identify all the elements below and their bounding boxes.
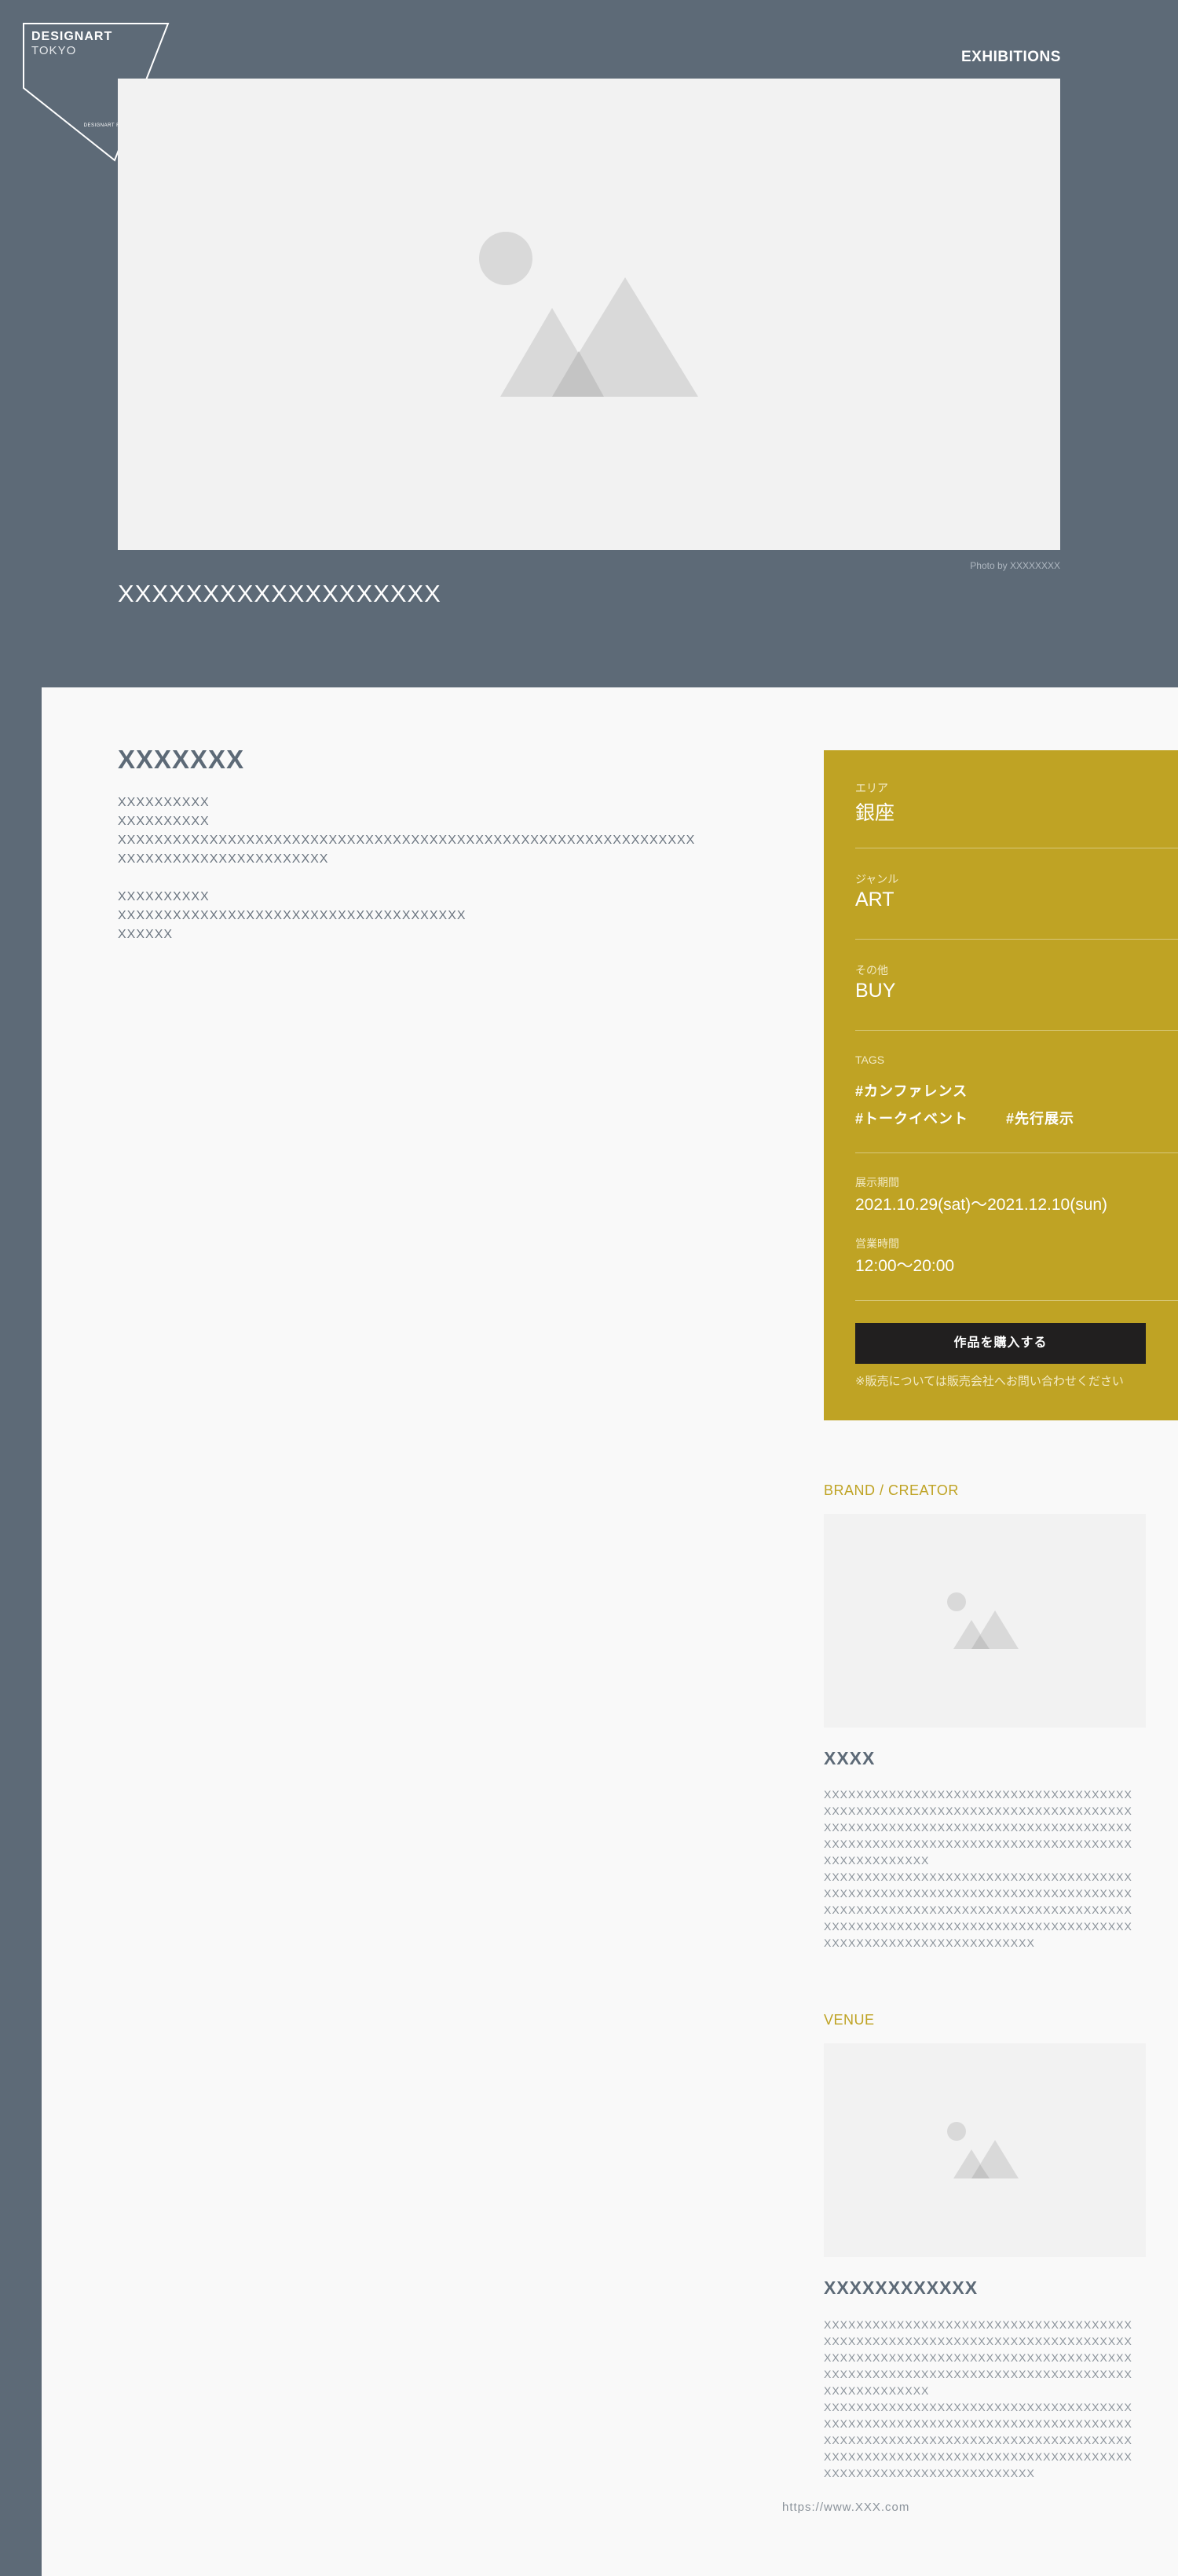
area-label: エリア <box>855 782 888 794</box>
article-title: XXXXXXX <box>118 745 245 774</box>
logo-line-2: TOKYO <box>31 44 77 57</box>
genre-value: ART <box>855 889 894 911</box>
image-placeholder-icon <box>947 2122 1019 2178</box>
nav-exhibitions-link[interactable]: EXHIBITIONS <box>961 49 1061 66</box>
divider <box>855 1152 1178 1153</box>
other-label: その他 <box>855 964 888 977</box>
article-paragraph-1: XXXXXXXXXX XXXXXXXXXX XXXXXXXXXXXXXXXXXX… <box>118 796 696 866</box>
hours-label: 営業時間 <box>855 1237 899 1250</box>
tag-preview-exhibition[interactable]: #先行展示 <box>1006 1108 1074 1128</box>
venue-name: XXXXXXXXXXXX <box>824 2277 979 2298</box>
brand-section-label: BRAND / CREATOR <box>824 1482 959 1498</box>
logo-line-1: DESIGNART <box>31 30 113 43</box>
tags-label: TAGS <box>855 1053 885 1066</box>
hours-value: 12:00〜20:00 <box>855 1257 955 1275</box>
venue-description: XXXXXXXXXXXXXXXXXXXXXXXXXXXXXXXXXXXXXX X… <box>824 2318 1132 2479</box>
period-label: 展示期間 <box>855 1176 899 1189</box>
period-value: 2021.10.29(sat)〜2021.12.10(sun) <box>855 1196 1108 1214</box>
area-value: 銀座 <box>855 802 895 824</box>
tag-talk-event[interactable]: #トークイベント <box>855 1108 968 1128</box>
hero-image <box>118 79 1060 550</box>
main-content: XXXXXXX XXXXXXXXXX XXXXXXXXXX XXXXXXXXXX… <box>42 687 1178 2576</box>
other-value: BUY <box>855 980 896 1002</box>
divider <box>855 1300 1178 1301</box>
sales-note: ※販売については販売会社へお問い合わせください <box>855 1375 1124 1388</box>
tag-conference[interactable]: #カンファレンス <box>855 1080 968 1101</box>
brand-name: XXXX <box>824 1748 876 1768</box>
image-placeholder-icon <box>479 232 698 397</box>
divider <box>855 939 1178 940</box>
info-panel: エリア 銀座 ジャンル ART その他 BUY TAGS #カンファレンス #ト… <box>824 750 1178 1420</box>
article-paragraph-2: XXXXXXXXXX XXXXXXXXXXXXXXXXXXXXXXXXXXXXX… <box>118 890 466 941</box>
divider <box>855 1030 1178 1031</box>
venue-section-label: VENUE <box>824 2012 875 2028</box>
buy-artwork-button[interactable]: 作品を購入する <box>855 1323 1146 1364</box>
genre-label: ジャンル <box>855 873 899 885</box>
image-placeholder-icon <box>947 1592 1019 1649</box>
brand-image <box>824 1514 1146 1728</box>
venue-url-link[interactable]: https://www.XXX.com <box>782 2501 909 2514</box>
photo-credit: Photo by XXXXXXXX <box>970 560 1060 571</box>
venue-image <box>824 2043 1146 2257</box>
hero-title: XXXXXXXXXXXXXXXXXXX <box>118 580 441 607</box>
brand-description: XXXXXXXXXXXXXXXXXXXXXXXXXXXXXXXXXXXXXX X… <box>824 1788 1132 1949</box>
